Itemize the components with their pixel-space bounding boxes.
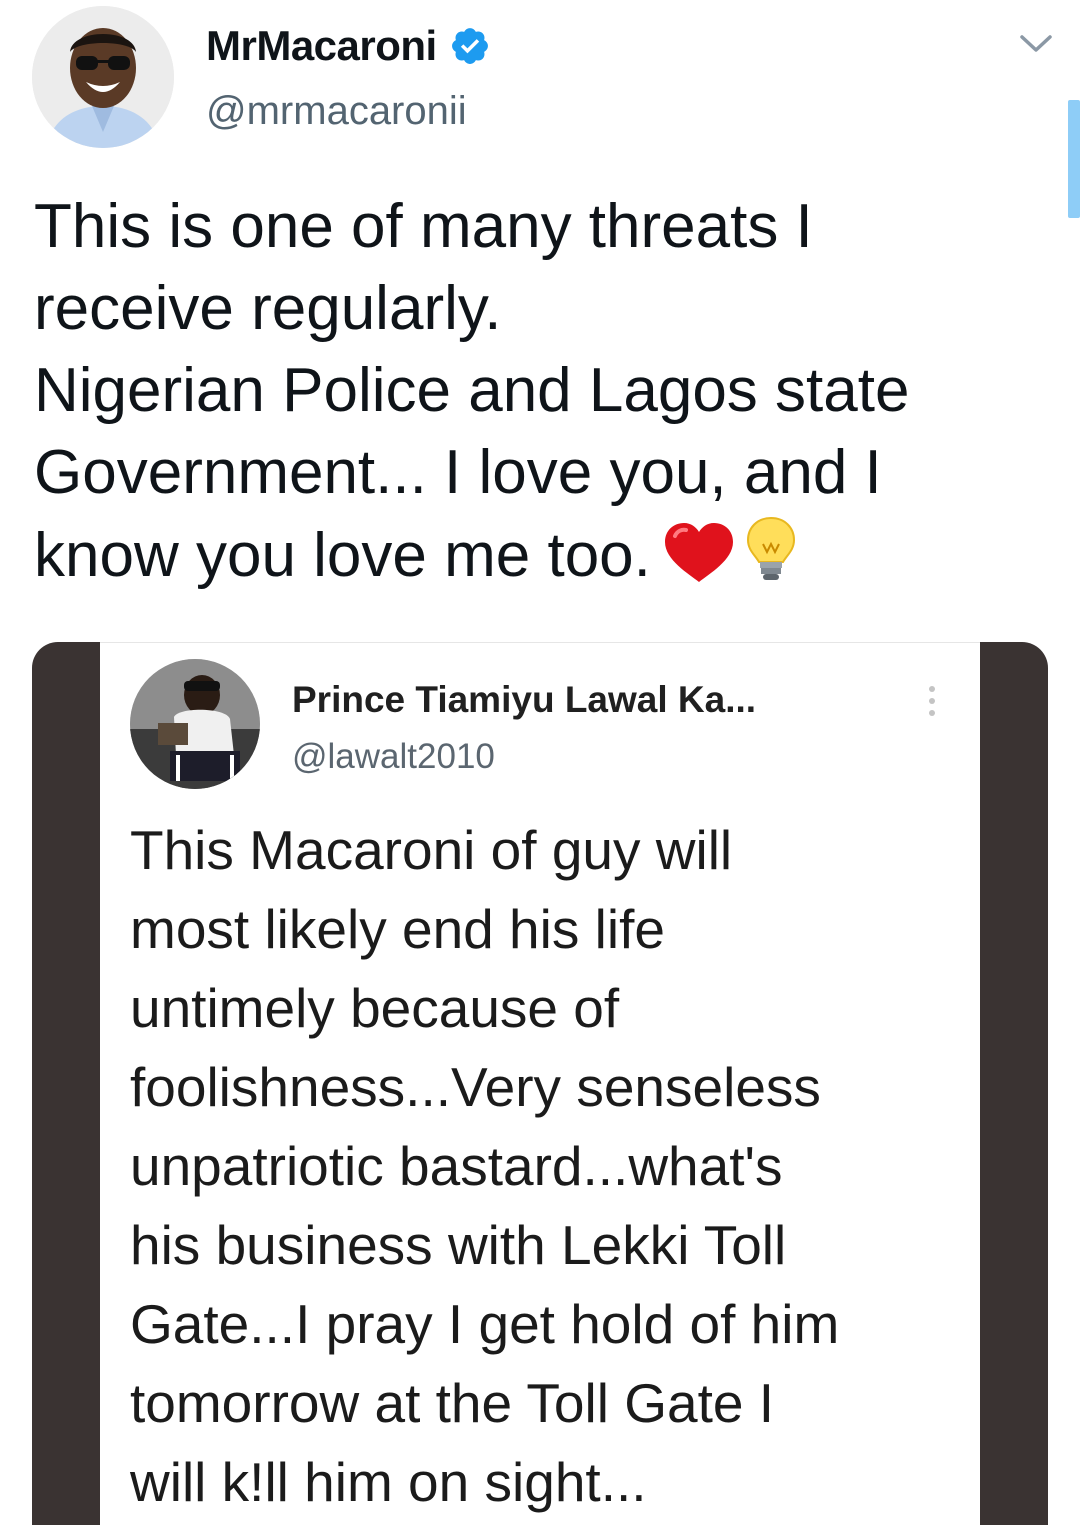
- quoted-text-line: This Macaroni of guy will: [130, 819, 733, 881]
- quoted-author-name: Prince Tiamiyu Lawal Ka...: [292, 679, 757, 720]
- tweet-text-line: Government... I love you, and I: [34, 438, 882, 507]
- quoted-text-line: his business with Lekki Toll: [130, 1214, 787, 1276]
- quoted-text-line: Gate...I pray I get hold of him: [130, 1293, 840, 1355]
- quoted-text-line: unpatriotic bastard...what's: [130, 1135, 783, 1197]
- tweet-text: This is one of many threats I receive re…: [34, 186, 1044, 597]
- quoted-tweet-text: This Macaroni of guy will most likely en…: [130, 811, 970, 1522]
- light-bulb-emoji-icon: [746, 516, 795, 580]
- chevron-down-icon[interactable]: [1016, 28, 1056, 58]
- quoted-text-line: tomorrow at the Toll Gate I: [130, 1372, 774, 1434]
- more-options-icon: [929, 686, 935, 716]
- tweet-media-image[interactable]: Prince Tiamiyu Lawal Ka... @lawalt2010 T…: [32, 642, 1048, 1525]
- author-avatar[interactable]: [32, 6, 174, 148]
- author-handle[interactable]: @mrmacaronii: [206, 86, 467, 136]
- quoted-text-line: foolishness...Very senseless: [130, 1056, 821, 1118]
- heart-emoji-icon: [664, 523, 733, 582]
- tweet-text-line: This is one of many threats I: [34, 192, 813, 261]
- verified-badge-icon: [451, 28, 488, 64]
- tweet-text-segment: know you love me too.: [34, 521, 651, 590]
- author-display-name[interactable]: MrMacaroni: [206, 20, 491, 72]
- quoted-author-handle: @lawalt2010: [292, 737, 495, 776]
- tweet-text-line-last: know you love me too.: [34, 514, 1044, 597]
- quoted-text-line: will k!ll him on sight...: [130, 1451, 647, 1513]
- quoted-author-avatar: [130, 659, 260, 789]
- scroll-indicator[interactable]: [1068, 100, 1080, 218]
- screenshot-card: Prince Tiamiyu Lawal Ka... @lawalt2010 T…: [100, 642, 980, 1525]
- tweet-text-line: receive regularly.: [34, 274, 502, 343]
- quoted-text-line: most likely end his life: [130, 898, 665, 960]
- tweet-text-line: Nigerian Police and Lagos state: [34, 356, 910, 425]
- author-name-text[interactable]: MrMacaroni: [206, 20, 437, 72]
- quoted-text-line: untimely because of: [130, 977, 620, 1039]
